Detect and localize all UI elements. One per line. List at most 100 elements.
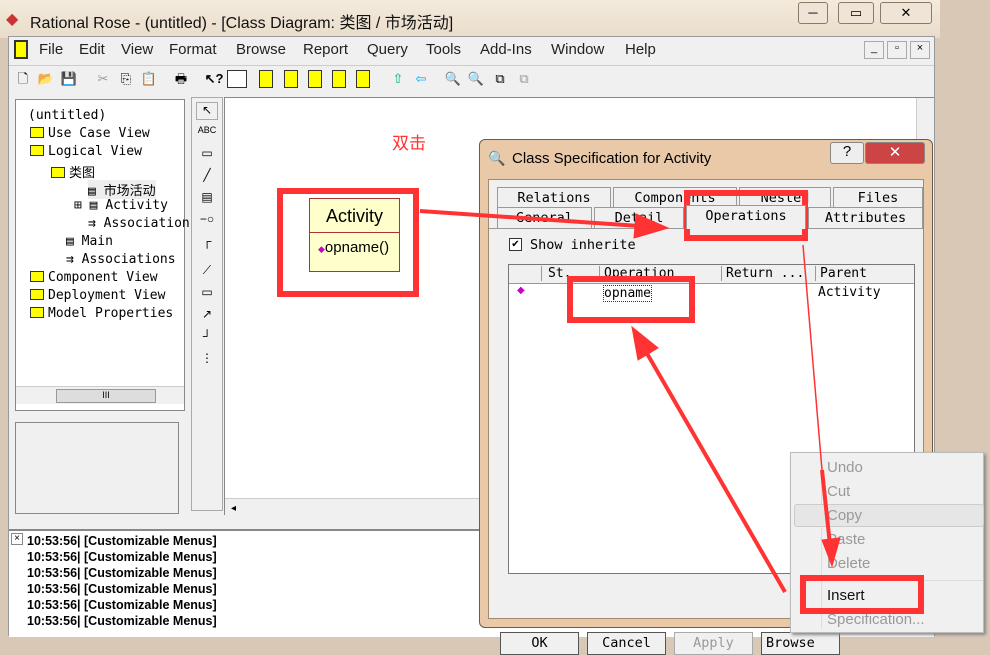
highlight-opname	[567, 276, 695, 323]
folder-icon	[51, 167, 65, 178]
class-diagram-icon[interactable]	[259, 70, 273, 88]
fit-window-icon[interactable]: ⧉	[490, 70, 510, 88]
open-icon[interactable]: 📂	[36, 70, 56, 88]
new-icon[interactable]: 🗋	[13, 70, 33, 88]
menu-format[interactable]: Format	[169, 41, 217, 58]
tab-operations[interactable]: Operations	[686, 205, 806, 229]
interface-tool-icon[interactable]: −○	[196, 212, 218, 230]
tree-item-class-diagram-package[interactable]: 类图	[51, 162, 95, 181]
tree-item-logical-view[interactable]: Logical View	[30, 144, 142, 159]
component-diagram-icon[interactable]	[308, 70, 322, 88]
tab-general[interactable]: General	[497, 207, 592, 228]
menu-add-ins[interactable]: Add-Ins	[480, 41, 532, 58]
realize-tool-icon[interactable]: ⋮	[196, 351, 218, 369]
column-header-return[interactable]: Return ...	[721, 266, 815, 281]
tree-label: Deployment View	[48, 288, 166, 303]
select-tool-icon[interactable]: ↖	[196, 102, 218, 120]
menu-item-cut[interactable]: Cut	[827, 483, 850, 500]
tree-label: Activity	[105, 198, 168, 213]
menu-file[interactable]: File	[39, 41, 63, 58]
text-tool-icon[interactable]: ABC	[196, 125, 218, 143]
print-icon[interactable]: 🖶	[171, 70, 191, 88]
minimize-button[interactable]: ─	[798, 2, 828, 24]
menu-edit[interactable]: Edit	[79, 41, 105, 58]
menu-tools[interactable]: Tools	[426, 41, 461, 58]
menu-bar: File Edit View Format Browse Report Quer…	[9, 37, 934, 64]
menu-item-copy[interactable]: Copy	[827, 507, 862, 524]
column-header-parent[interactable]: Parent	[815, 266, 914, 281]
tree-item-associations[interactable]: ⇉ Associations	[88, 216, 198, 231]
mdi-close-button[interactable]: ×	[910, 41, 930, 59]
diagram-icon: ▤	[66, 234, 82, 249]
view-doc-icon[interactable]	[227, 70, 247, 88]
menu-query[interactable]: Query	[367, 41, 408, 58]
menu-window[interactable]: Window	[551, 41, 604, 58]
log-line: 10:53:56| [Customizable Menus]	[27, 550, 217, 564]
toolbar: 🗋 📂 💾 ✂ ⎘ 📋 🖶 ↖? ⇧ ⇦ 🔍 🔍 ⧉ ⧉	[9, 65, 934, 93]
rose-logo-icon: ◆	[6, 11, 19, 28]
tree-item-activity[interactable]: ⊞ ▤ Activity	[74, 198, 168, 213]
save-icon[interactable]: 💾	[59, 70, 79, 88]
dependency-tool-icon[interactable]: ↗	[196, 307, 218, 325]
tree-item-market-activity[interactable]: ▤ 市场活动	[88, 180, 156, 199]
expand-icon[interactable]: ⊞	[74, 198, 82, 213]
menu-view[interactable]: View	[121, 41, 153, 58]
deployment-icon[interactable]	[356, 70, 370, 88]
show-inherited-checkbox[interactable]: ✔	[509, 238, 522, 251]
undo-fit-icon[interactable]: ⧉	[514, 70, 534, 88]
aggregation-tool-icon[interactable]: ⟋	[196, 263, 218, 281]
copy-icon[interactable]: ⎘	[116, 70, 136, 88]
tree-label: Logical View	[48, 144, 142, 159]
tab-files[interactable]: Files	[833, 187, 923, 208]
documentation-pane[interactable]	[15, 422, 179, 514]
tab-attributes[interactable]: Attributes	[808, 207, 923, 228]
mdi-restore-button[interactable]: ▫	[887, 41, 907, 59]
menu-help[interactable]: Help	[625, 41, 656, 58]
help-button[interactable]: ?	[830, 142, 864, 164]
class-tool-icon[interactable]: ▤	[196, 190, 218, 208]
tree-item-model-properties[interactable]: Model Properties	[30, 306, 173, 321]
generalization-tool-icon[interactable]: ┘	[196, 329, 218, 347]
menu-item-paste[interactable]: Paste	[827, 531, 865, 548]
previous-diagram-icon[interactable]: ⇦	[411, 70, 431, 88]
cut-icon[interactable]: ✂	[93, 70, 113, 88]
ok-button[interactable]: OK	[500, 632, 579, 655]
menu-item-delete[interactable]: Delete	[827, 555, 870, 572]
scroll-thumb[interactable]: III	[56, 389, 156, 403]
tree-item-root[interactable]: (untitled)	[28, 108, 106, 123]
browse-button[interactable]: Browse	[761, 632, 840, 655]
paste-icon[interactable]: 📋	[139, 70, 159, 88]
tree-item-deployment-view[interactable]: Deployment View	[30, 288, 165, 303]
app-title: Rational Rose - (untitled) - [Class Diag…	[30, 15, 454, 32]
tab-relations[interactable]: Relations	[497, 187, 611, 208]
anchor-tool-icon[interactable]: ╱	[196, 168, 218, 186]
mdi-minimize-button[interactable]: _	[864, 41, 884, 59]
magnifier-icon: 🔍	[488, 150, 506, 166]
zoom-in-icon[interactable]: 🔍	[443, 70, 463, 88]
note-tool-icon[interactable]: ▭	[196, 146, 218, 164]
close-button[interactable]: ✕	[880, 2, 932, 24]
dialog-close-button[interactable]: ✕	[865, 142, 925, 164]
menu-report[interactable]: Report	[303, 41, 348, 58]
tree-item-use-case-view[interactable]: Use Case View	[30, 126, 150, 141]
log-close-icon[interactable]: ×	[11, 533, 23, 545]
tree-item-component-view[interactable]: Component View	[30, 270, 158, 285]
horizontal-scrollbar[interactable]: III	[16, 386, 184, 404]
zoom-out-icon[interactable]: 🔍	[466, 70, 486, 88]
package-tool-icon[interactable]: ▭	[196, 285, 218, 303]
context-help-icon[interactable]: ↖?	[204, 70, 224, 88]
cancel-button[interactable]: Cancel	[587, 632, 666, 655]
interaction-diagram-icon[interactable]	[284, 70, 298, 88]
association-tool-icon[interactable]: ┌	[196, 234, 218, 252]
menu-browse[interactable]: Browse	[236, 41, 286, 58]
log-line: 10:53:56| [Customizable Menus]	[27, 614, 217, 628]
browse-parent-icon[interactable]: ⇧	[388, 70, 408, 88]
folder-icon	[30, 127, 44, 138]
menu-item-undo[interactable]: Undo	[827, 459, 863, 476]
apply-button[interactable]: Apply	[674, 632, 753, 655]
maximize-button[interactable]: ▭	[838, 2, 874, 24]
tree-item-associations-2[interactable]: ⇉ Associations	[66, 252, 176, 267]
tab-detail[interactable]: Detail	[594, 207, 684, 228]
statechart-icon[interactable]	[332, 70, 346, 88]
tree-item-main[interactable]: ▤ Main	[66, 234, 113, 249]
